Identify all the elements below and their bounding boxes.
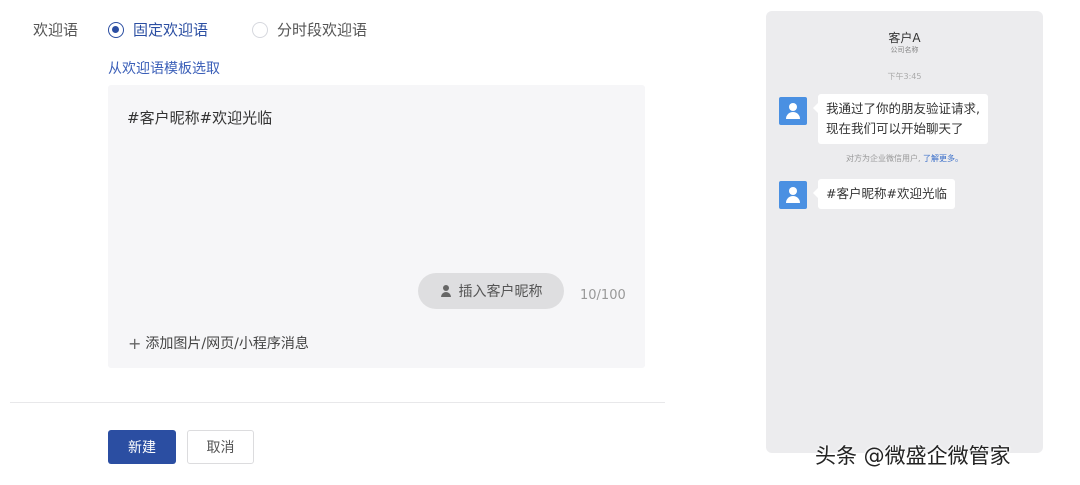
add-media-button[interactable]: + 添加图片/网页/小程序消息: [128, 333, 309, 353]
message-time: 下午3:45: [887, 72, 922, 81]
watermark: 头条 @微盛企微管家: [815, 444, 1011, 468]
welcome-label: 欢迎语: [33, 21, 79, 39]
template-select-link[interactable]: 从欢迎语模板选取: [108, 58, 220, 78]
plus-icon: +: [128, 333, 142, 353]
enterprise-notice: 对方为企业微信用户, 了解更多。: [766, 153, 1043, 164]
cancel-button[interactable]: 取消: [187, 430, 254, 464]
radio-timed-welcome[interactable]: 分时段欢迎语: [252, 19, 367, 40]
learn-more-link[interactable]: 了解更多。: [923, 154, 963, 163]
message-bubble: 我通过了你的朋友验证请求, 现在我们可以开始聊天了: [813, 94, 988, 144]
radio-unchecked-icon[interactable]: [252, 21, 268, 38]
divider: [10, 402, 665, 403]
message-bubble: #客户昵称#欢迎光临: [813, 179, 955, 209]
contact-name: 客户A: [888, 31, 921, 45]
insert-nickname-label: 插入客户昵称: [458, 284, 543, 300]
add-media-label: 添加图片/网页/小程序消息: [145, 336, 309, 352]
create-button[interactable]: 新建: [108, 430, 176, 464]
message-editor[interactable]: #客户昵称#欢迎光临 插入客户昵称 10/100 + 添加图片/网页/小程序消息: [108, 85, 645, 368]
message-line: 现在我们可以开始聊天了: [826, 121, 964, 136]
notice-text: 对方为企业微信用户,: [845, 154, 921, 163]
radio-timed-welcome-label[interactable]: 分时段欢迎语: [277, 19, 367, 40]
message-content[interactable]: #客户昵称#欢迎光临: [127, 107, 272, 128]
company-name: 公司名称: [890, 46, 919, 54]
message-line: #客户昵称#欢迎光临: [826, 186, 947, 201]
chat-preview: 客户A 公司名称 下午3:45 我通过了你的朋友验证请求, 现在我们可以开始聊天…: [766, 11, 1043, 453]
radio-fixed-welcome-label[interactable]: 固定欢迎语: [133, 19, 208, 40]
radio-fixed-welcome[interactable]: 固定欢迎语: [108, 19, 208, 40]
avatar-icon: [779, 181, 807, 209]
insert-nickname-button[interactable]: 插入客户昵称: [418, 273, 564, 309]
radio-checked-icon[interactable]: [108, 21, 124, 38]
message-line: 我通过了你的朋友验证请求,: [826, 101, 980, 116]
char-counter: 10/100: [580, 288, 626, 303]
person-icon: [440, 285, 452, 297]
avatar-icon: [779, 97, 807, 125]
